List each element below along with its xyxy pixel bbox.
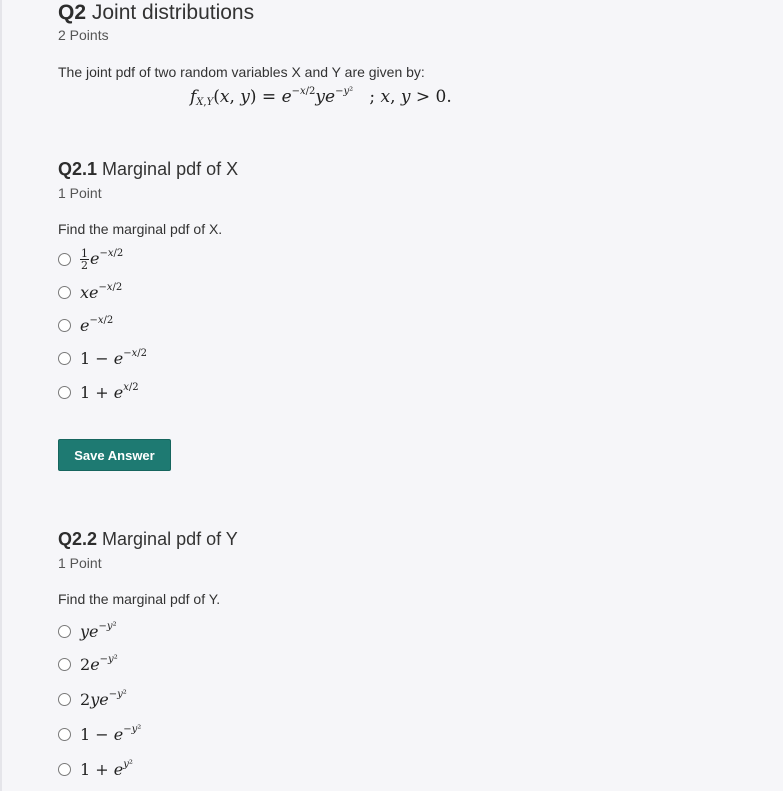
option-x-3[interactable]: e−x/2 [58, 314, 113, 336]
radio-button[interactable] [58, 318, 71, 332]
option-label: e−x/2 [80, 315, 114, 335]
option-label: xe−x/2 [80, 282, 123, 302]
subquestion-number: Q2.1 [58, 159, 98, 179]
option-x-1[interactable]: 1 2 e−x/2 [58, 246, 124, 272]
option-label: 1 + ey² [80, 759, 133, 779]
question-prompt: The joint pdf of two random variables X … [58, 64, 425, 80]
radio-button[interactable] [58, 624, 71, 638]
radio-button[interactable] [58, 657, 71, 671]
subquestion-title-x: Q2.1 Marginal pdf of X [58, 160, 238, 178]
option-label: ye−y² [80, 621, 117, 641]
subquestion-points: 1 Point [58, 555, 102, 571]
question-points: 2 Points [58, 27, 109, 43]
radio-button[interactable] [58, 385, 71, 399]
left-divider [0, 0, 2, 791]
option-x-4[interactable]: 1 − e−x/2 [58, 347, 147, 369]
radio-button[interactable] [58, 285, 71, 299]
question-title-text: Joint distributions [91, 1, 255, 24]
option-y-4[interactable]: 1 − e−y² [58, 723, 141, 745]
option-y-5[interactable]: 1 + ey² [58, 758, 133, 780]
subquestion-number: Q2.2 [58, 529, 98, 549]
option-label: 1 − e−y² [80, 724, 142, 744]
option-label: 1 − e−x/2 [80, 348, 147, 368]
option-label: 2ye−y² [80, 689, 127, 709]
option-y-3[interactable]: 2ye−y² [58, 688, 127, 710]
radio-button[interactable] [58, 252, 71, 266]
question-title: Q2 Joint distributions [58, 2, 254, 23]
option-label: 1 + ex/2 [80, 382, 139, 402]
joint-pdf-formula: fX,Y(x, y) = e−x/2ye−y² ; x, y > 0. [190, 86, 452, 108]
radio-button[interactable] [58, 762, 71, 776]
question-number: Q2 [58, 1, 87, 24]
option-x-2[interactable]: xe−x/2 [58, 281, 122, 303]
subquestion-title-text: Marginal pdf of Y [102, 529, 238, 549]
radio-button[interactable] [58, 727, 71, 741]
subquestion-title-y: Q2.2 Marginal pdf of Y [58, 530, 238, 548]
subquestion-title-text: Marginal pdf of X [102, 159, 239, 179]
radio-button[interactable] [58, 351, 71, 365]
option-label: 1 2 e−x/2 [80, 246, 124, 272]
option-y-1[interactable]: ye−y² [58, 620, 117, 642]
radio-button[interactable] [58, 692, 71, 706]
option-x-5[interactable]: 1 + ex/2 [58, 381, 139, 403]
subquestion-prompt: Find the marginal pdf of Y. [58, 591, 221, 607]
subquestion-points: 1 Point [58, 185, 102, 201]
subquestion-prompt: Find the marginal pdf of X. [58, 221, 223, 237]
option-y-2[interactable]: 2e−y² [58, 653, 118, 675]
page: Q2 Joint distributions 2 Points The join… [0, 0, 783, 791]
option-label: 2e−y² [80, 654, 118, 674]
save-answer-button[interactable]: Save Answer [58, 439, 171, 471]
